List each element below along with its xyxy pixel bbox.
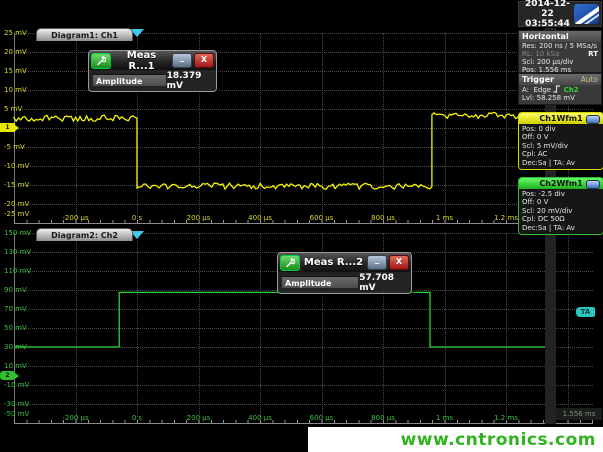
horizontal-position-readout: 1.556 ms (556, 408, 602, 420)
settings-wrench-icon[interactable] (91, 53, 111, 69)
date-label: 2014-12-22 (521, 0, 574, 19)
trigger-source: Ch2 (564, 86, 579, 94)
trigger-a-label: A: (522, 86, 529, 94)
meas1-titlebar[interactable]: Meas R...1 _ X (89, 51, 216, 70)
horizontal-res: Res: 200 ns / 5 MSa/s (522, 42, 597, 50)
tab-diagram2[interactable]: Diagram2: Ch2 (36, 228, 133, 241)
rising-edge-icon (553, 85, 561, 93)
ch2-offset-marker[interactable]: 2 (0, 371, 15, 380)
trigger-level: Lvl: 58.258 mV (522, 94, 575, 102)
meas1-value: 18.379 mV (167, 71, 211, 91)
settings-wrench-icon[interactable] (280, 255, 300, 271)
ch2-dec: Dec:Sa | TA: Av (519, 224, 603, 232)
meas2-value: 57.708 mV (359, 273, 406, 293)
trigger-panel[interactable]: Trigger Auto A: Edge Ch2 Lvl: 58.258 mV (518, 73, 602, 105)
trigger-mode: Auto (581, 75, 598, 84)
panel-minimize-icon[interactable] (586, 115, 600, 124)
meas2-title: Meas R...2 (302, 257, 365, 268)
meas2-parameter-field[interactable]: Amplitude (281, 276, 359, 289)
horizontal-rl: RL: 10 kSa (522, 50, 559, 58)
panel-minimize-icon[interactable] (586, 180, 600, 189)
ch2-pos: Pos: -2.5 div (519, 190, 603, 198)
ch2-off: Off: 0 V (519, 198, 603, 206)
ch1-pos: Pos: 0 div (519, 125, 603, 133)
minimize-button[interactable]: _ (172, 53, 192, 68)
trigger-level-badge[interactable]: TA (576, 307, 595, 317)
ch1wfm1-panel[interactable]: Ch1Wfm1 Pos: 0 div Off: 0 V Scl: 5 mV/di… (518, 112, 603, 170)
ch2wfm1-panel[interactable]: Ch2Wfm1 Pos: -2.5 div Off: 0 V Scl: 20 m… (518, 177, 603, 235)
time-label: 03:55:44 (521, 19, 574, 29)
watermark-url: www.cntronics.com (401, 430, 596, 450)
datetime-display: 2014-12-22 03:55:44 (518, 1, 602, 27)
horizontal-scl: Scl: 200 µs/div (522, 58, 573, 66)
ch1-scl: Scl: 5 mV/div (519, 142, 603, 150)
tab-diagram1[interactable]: Diagram1: Ch1 (36, 28, 133, 41)
trigger-type: Edge (533, 86, 551, 94)
meas-results-2-dialog[interactable]: Meas R...2 _ X Amplitude 57.708 mV (277, 252, 412, 294)
horizontal-panel-title: Horizontal (522, 32, 569, 41)
ch1-dec: Dec:Sa | TA: Av (519, 159, 603, 167)
close-button[interactable]: X (389, 255, 409, 270)
ch1-cpl: Cpl: AC (519, 150, 603, 158)
ch1-offset-marker[interactable]: 1 (0, 123, 15, 132)
meas1-title: Meas R...1 (113, 50, 170, 72)
ch2-cpl: Cpl: DC 50Ω (519, 215, 603, 223)
meas1-parameter-field[interactable]: Amplitude (92, 74, 167, 87)
meas2-titlebar[interactable]: Meas R...2 _ X (278, 253, 411, 272)
ch1-off: Off: 0 V (519, 133, 603, 141)
ch2-scl: Scl: 20 mV/div (519, 207, 603, 215)
ch1wfm1-title: Ch1Wfm1 (539, 114, 582, 123)
trigger-panel-title: Trigger (522, 75, 554, 84)
minimize-button[interactable]: _ (367, 255, 387, 270)
watermark-strip: www.cntronics.com (308, 427, 603, 452)
horizontal-panel[interactable]: Horizontal Res: 200 ns / 5 MSa/s RL: 10 … (518, 30, 602, 73)
ch2wfm1-title: Ch2Wfm1 (539, 179, 582, 188)
rohde-schwarz-logo-icon (574, 4, 599, 24)
oscilloscope-screen: 25 mV20 mV15 mV10 mV5 mV-5 mV-10 mV-15 m… (0, 0, 603, 452)
meas-results-1-dialog[interactable]: Meas R...1 _ X Amplitude 18.379 mV (88, 50, 217, 92)
close-button[interactable]: X (194, 53, 214, 68)
horizontal-rt-badge: RT (588, 50, 598, 58)
